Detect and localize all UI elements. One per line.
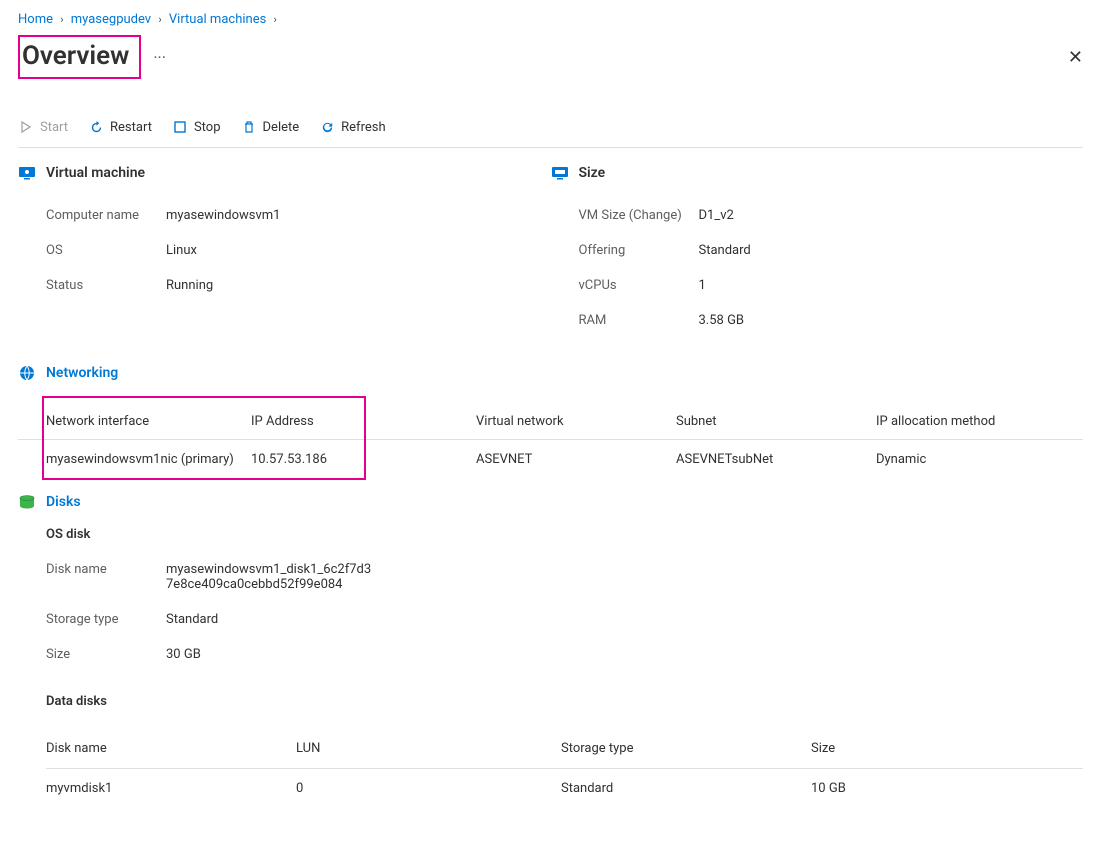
net-col-alloc: IP allocation method	[876, 398, 1076, 439]
networking-section-title[interactable]: Networking	[46, 365, 118, 381]
stop-icon	[172, 119, 188, 135]
dd-col-name: Disk name	[46, 729, 296, 768]
net-col-nic: Network interface	[46, 398, 251, 439]
os-disk-title: OS disk	[46, 527, 1083, 542]
net-col-subnet: Subnet	[676, 398, 876, 439]
refresh-label: Refresh	[341, 120, 385, 135]
computer-name-label: Computer name	[46, 208, 166, 223]
ram-value: 3.58 GB	[699, 313, 745, 328]
stop-button[interactable]: Stop	[172, 119, 221, 135]
data-disks-title: Data disks	[46, 694, 1083, 709]
networking-icon	[18, 364, 36, 382]
disk-size-value: 30 GB	[166, 647, 201, 662]
chevron-right-icon: ›	[56, 13, 67, 26]
os-label: OS	[46, 243, 166, 258]
storage-type-value: Standard	[166, 612, 218, 627]
offering-label: Offering	[579, 243, 699, 258]
refresh-icon	[319, 119, 335, 135]
net-subnet-value: ASEVNETsubNet	[676, 440, 876, 479]
breadcrumb-home[interactable]: Home	[18, 12, 53, 27]
net-nic-value: myasewindowsvm1nic (primary)	[46, 440, 251, 479]
dd-storage-value: Standard	[561, 769, 811, 808]
dd-col-storage: Storage type	[561, 729, 811, 768]
offering-value: Standard	[699, 243, 751, 258]
toolbar: Start Restart Stop Delete Refresh	[18, 109, 1083, 148]
chevron-right-icon: ›	[270, 13, 281, 26]
disk-name-value: myasewindowsvm1_disk1_6c2f7d37e8ce409ca0…	[166, 562, 376, 592]
net-vnet-value: ASEVNET	[476, 440, 676, 479]
dd-lun-value: 0	[296, 769, 561, 808]
restart-label: Restart	[110, 120, 152, 135]
computer-name-value: myasewindowsvm1	[166, 208, 280, 223]
delete-label: Delete	[263, 120, 300, 135]
size-icon	[551, 164, 569, 182]
status-value: Running	[166, 278, 213, 293]
change-size-link[interactable]: Change	[633, 208, 677, 223]
restart-button[interactable]: Restart	[88, 119, 152, 135]
disk-size-label: Size	[46, 647, 166, 662]
dd-name-value: myvmdisk1	[46, 769, 296, 808]
status-label: Status	[46, 278, 166, 293]
restart-icon	[88, 119, 104, 135]
breadcrumb-resource[interactable]: myasegpudev	[71, 12, 151, 27]
disks-section-title[interactable]: Disks	[46, 494, 81, 510]
dd-col-lun: LUN	[296, 729, 561, 768]
disk-name-label: Disk name	[46, 562, 166, 592]
breadcrumb: Home › myasegpudev › Virtual machines ›	[18, 10, 1083, 33]
delete-icon	[241, 119, 257, 135]
disks-icon	[18, 493, 36, 511]
breadcrumb-vms[interactable]: Virtual machines	[169, 12, 266, 27]
delete-button[interactable]: Delete	[241, 119, 300, 135]
start-label: Start	[40, 120, 68, 135]
vm-icon	[18, 164, 36, 182]
size-section-title: Size	[579, 165, 606, 181]
stop-label: Stop	[194, 120, 221, 135]
page-title: Overview	[22, 41, 129, 71]
vm-size-label: VM Size (Change)	[579, 208, 699, 223]
start-button: Start	[18, 119, 68, 135]
vm-size-value: D1_v2	[699, 208, 734, 223]
dd-col-size: Size	[811, 729, 1011, 768]
vcpus-value: 1	[699, 278, 706, 293]
storage-type-label: Storage type	[46, 612, 166, 627]
close-icon[interactable]: ✕	[1068, 47, 1083, 68]
vcpus-label: vCPUs	[579, 278, 699, 293]
ram-label: RAM	[579, 313, 699, 328]
vm-section-title: Virtual machine	[46, 165, 145, 181]
dd-size-value: 10 GB	[811, 769, 1011, 808]
net-col-ip: IP Address	[251, 398, 361, 439]
net-ip-value: 10.57.53.186	[251, 440, 361, 479]
chevron-right-icon: ›	[154, 13, 165, 26]
more-menu-icon[interactable]: ···	[153, 48, 166, 67]
net-alloc-value: Dynamic	[876, 440, 1076, 479]
net-col-vnet: Virtual network	[476, 398, 676, 439]
os-value: Linux	[166, 243, 197, 258]
play-icon	[18, 119, 34, 135]
refresh-button[interactable]: Refresh	[319, 119, 385, 135]
